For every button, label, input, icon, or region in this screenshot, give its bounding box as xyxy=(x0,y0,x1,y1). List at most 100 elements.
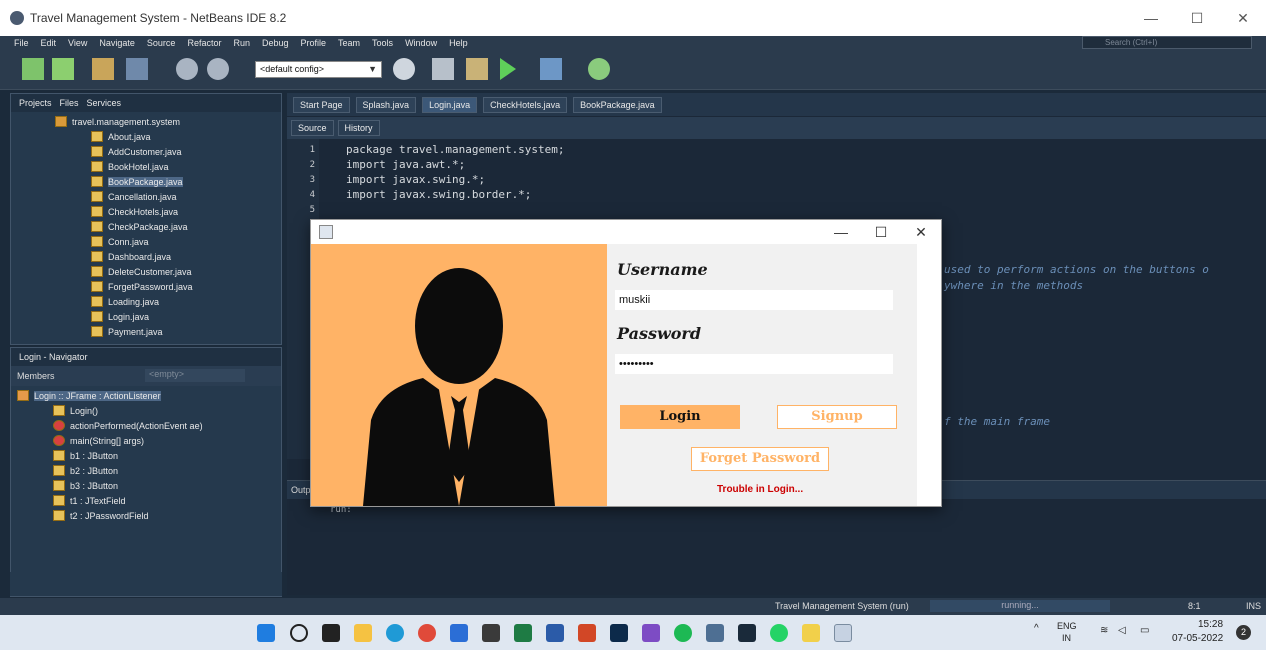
debug-icon[interactable] xyxy=(540,58,562,80)
login-button[interactable]: Login xyxy=(620,405,740,429)
maximize-button[interactable]: ☐ xyxy=(1174,10,1220,27)
profile-icon[interactable] xyxy=(588,58,610,80)
navigator-title[interactable]: Login - Navigator xyxy=(19,352,88,362)
list-item[interactable]: actionPerformed(ActionEvent ae) xyxy=(53,418,203,433)
excel-icon[interactable] xyxy=(514,624,532,642)
menu-help[interactable]: Help xyxy=(449,38,468,48)
redo-icon[interactable] xyxy=(207,58,229,80)
forget-password-button[interactable]: Forget Password xyxy=(691,447,829,471)
config-dropdown[interactable]: <default config> xyxy=(255,61,382,78)
list-item[interactable]: main(String[] args) xyxy=(53,433,144,448)
undo-icon[interactable] xyxy=(176,58,198,80)
password-field[interactable]: ••••••••• xyxy=(615,354,893,374)
menu-file[interactable]: File xyxy=(14,38,29,48)
tab-files[interactable]: Files xyxy=(60,98,79,108)
tab-bookpackage[interactable]: BookPackage.java xyxy=(573,96,662,113)
list-item[interactable]: Cancellation.java xyxy=(91,189,177,204)
wifi-icon[interactable]: ≋ xyxy=(1100,625,1108,636)
code-text[interactable]: package travel.management.system; import… xyxy=(346,142,565,202)
history-tab[interactable]: History xyxy=(337,120,380,136)
close-button[interactable]: ✕ xyxy=(1220,10,1266,27)
menu-view[interactable]: View xyxy=(68,38,87,48)
photoshop-icon[interactable] xyxy=(610,624,628,642)
terminal-icon[interactable] xyxy=(738,624,756,642)
search-input[interactable]: Search (Ctrl+I) xyxy=(1082,36,1252,49)
list-item[interactable]: b2 : JButton xyxy=(53,463,118,478)
visual-studio-icon[interactable] xyxy=(642,624,660,642)
list-item[interactable]: AddCustomer.java xyxy=(91,144,182,159)
gear-icon[interactable] xyxy=(393,58,415,80)
clock-time[interactable]: 15:28 xyxy=(1198,619,1223,630)
store-icon[interactable] xyxy=(450,624,468,642)
save-all-icon[interactable] xyxy=(126,58,148,80)
search-icon[interactable] xyxy=(290,624,308,642)
windows-start-icon[interactable] xyxy=(257,624,275,642)
list-item[interactable]: About.java xyxy=(91,129,151,144)
clock-date[interactable]: 07-05-2022 xyxy=(1172,633,1223,644)
login-maximize-button[interactable]: ☐ xyxy=(861,224,901,241)
menu-edit[interactable]: Edit xyxy=(41,38,57,48)
filter-dropdown[interactable]: <empty> xyxy=(145,369,245,382)
menu-run[interactable]: Run xyxy=(233,38,250,48)
menu-source[interactable]: Source xyxy=(147,38,176,48)
build-hammer-icon[interactable] xyxy=(432,58,454,80)
new-file-icon[interactable] xyxy=(22,58,44,80)
whatsapp-icon[interactable] xyxy=(770,624,788,642)
list-item[interactable]: t2 : JPasswordField xyxy=(53,508,149,523)
tab-checkhotels[interactable]: CheckHotels.java xyxy=(483,96,568,113)
edge-icon[interactable] xyxy=(386,624,404,642)
list-item[interactable]: Payment.java xyxy=(91,324,163,339)
menu-window[interactable]: Window xyxy=(405,38,437,48)
file-explorer-icon[interactable] xyxy=(354,624,372,642)
signup-button[interactable]: Signup xyxy=(777,405,897,429)
list-item[interactable]: CheckHotels.java xyxy=(91,204,178,219)
tab-projects[interactable]: Projects xyxy=(19,98,52,108)
minimize-button[interactable]: — xyxy=(1128,10,1174,27)
task-view-icon[interactable] xyxy=(322,624,340,642)
username-field[interactable]: muskii xyxy=(615,290,893,310)
trouble-login-link[interactable]: Trouble in Login... xyxy=(717,484,803,495)
tab-login[interactable]: Login.java xyxy=(422,96,478,113)
login-close-button[interactable]: ✕ xyxy=(901,224,941,241)
word-icon[interactable] xyxy=(546,624,564,642)
menu-tools[interactable]: Tools xyxy=(372,38,393,48)
spotify-icon[interactable] xyxy=(674,624,692,642)
list-item[interactable]: t1 : JTextField xyxy=(53,493,126,508)
powerpoint-icon[interactable] xyxy=(578,624,596,642)
list-item[interactable]: CheckPackage.java xyxy=(91,219,188,234)
tab-services[interactable]: Services xyxy=(87,98,122,108)
menu-profile[interactable]: Profile xyxy=(301,38,327,48)
tab-splash[interactable]: Splash.java xyxy=(355,96,417,113)
list-item[interactable]: Login.java xyxy=(91,309,149,324)
class-node[interactable]: Login :: JFrame : ActionListener xyxy=(17,388,161,403)
language-indicator[interactable]: ENG xyxy=(1057,621,1077,631)
list-item[interactable]: Dashboard.java xyxy=(91,249,171,264)
volume-icon[interactable]: ◁ xyxy=(1118,625,1126,636)
menu-refactor[interactable]: Refactor xyxy=(187,38,221,48)
netbeans-icon[interactable] xyxy=(706,624,724,642)
java-app-icon[interactable] xyxy=(834,624,852,642)
list-item[interactable]: Loading.java xyxy=(91,294,159,309)
new-project-icon[interactable] xyxy=(52,58,74,80)
list-item[interactable]: ForgetPassword.java xyxy=(91,279,193,294)
list-item[interactable]: Login() xyxy=(53,403,98,418)
clean-build-icon[interactable] xyxy=(466,58,488,80)
chrome-icon[interactable] xyxy=(418,624,436,642)
login-minimize-button[interactable]: — xyxy=(821,224,861,241)
menu-navigate[interactable]: Navigate xyxy=(99,38,135,48)
list-item[interactable]: DeleteCustomer.java xyxy=(91,264,192,279)
list-item[interactable]: BookPackage.java xyxy=(91,174,183,189)
run-icon[interactable] xyxy=(500,58,516,80)
notepad-icon[interactable] xyxy=(802,624,820,642)
package-node[interactable]: travel.management.system xyxy=(55,114,180,129)
list-item[interactable]: b1 : JButton xyxy=(53,448,118,463)
list-item[interactable]: BookHotel.java xyxy=(91,159,169,174)
sublime-icon[interactable] xyxy=(482,624,500,642)
list-item[interactable]: Conn.java xyxy=(91,234,149,249)
notification-badge[interactable]: 2 xyxy=(1236,625,1251,640)
tab-start-page[interactable]: Start Page xyxy=(293,96,350,113)
source-tab[interactable]: Source xyxy=(291,120,334,136)
open-project-icon[interactable] xyxy=(92,58,114,80)
list-item[interactable]: b3 : JButton xyxy=(53,478,118,493)
battery-icon[interactable]: ▭ xyxy=(1140,625,1149,636)
